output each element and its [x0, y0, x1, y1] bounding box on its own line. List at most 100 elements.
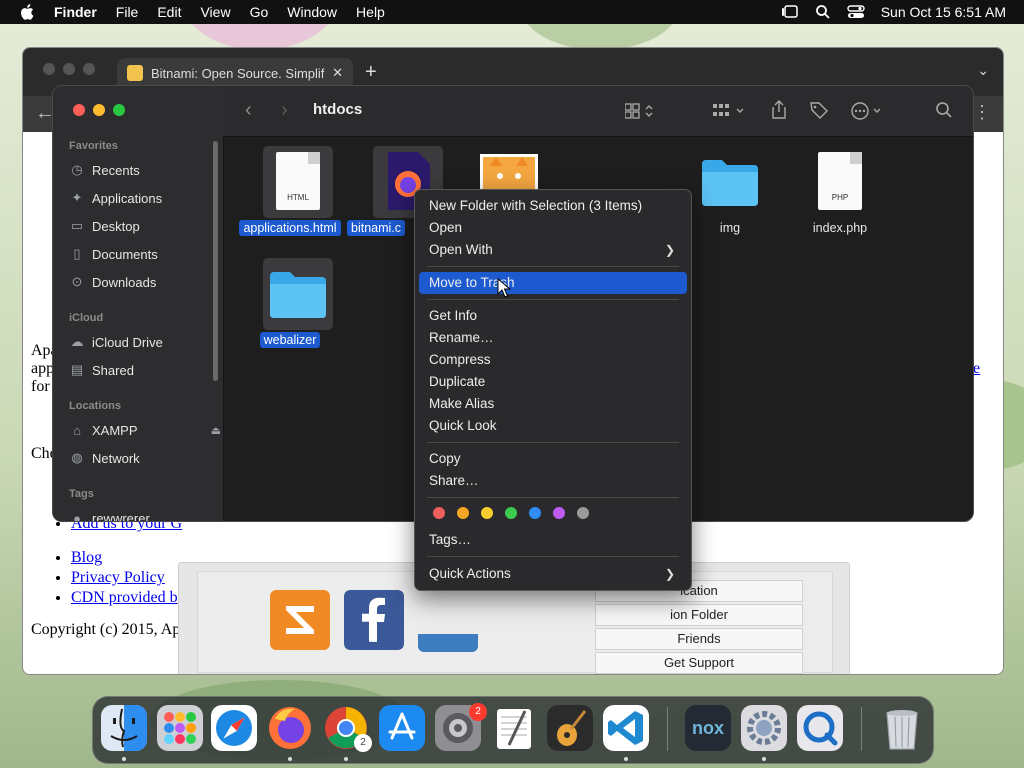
view-grid-icon[interactable] [625, 103, 655, 119]
menu-window[interactable]: Window [287, 4, 337, 20]
group-by-icon[interactable] [713, 103, 749, 119]
privacy-policy-link[interactable]: Privacy Policy [71, 569, 165, 586]
cat-image-icon[interactable] [480, 154, 538, 190]
sidebar-item-label: Desktop [92, 218, 140, 234]
sidebar-item-recents[interactable]: ◷ Recents [69, 159, 209, 181]
finder-close-button[interactable] [73, 104, 85, 116]
sidebar-item-applications[interactable]: ✦ Applications [69, 187, 209, 209]
garageband-icon[interactable] [547, 705, 593, 751]
tag-icon[interactable] [809, 101, 829, 119]
menu-item-move-to-trash[interactable]: Move to Trash [419, 272, 687, 294]
menu-clock[interactable]: Sun Oct 15 6:51 AM [881, 4, 1006, 20]
sidebar-item-label: iCloud Drive [92, 334, 163, 350]
settings-gear-app-icon[interactable] [741, 705, 787, 751]
nox-player-icon[interactable]: nox [685, 705, 731, 751]
browser-tab[interactable]: Bitnami: Open Source. Simplif ✕ [117, 58, 353, 88]
partial-app-icon[interactable] [418, 634, 478, 652]
menu-help[interactable]: Help [356, 4, 385, 20]
eject-icon[interactable]: ⏏ [211, 424, 221, 437]
finder-zoom-button[interactable] [113, 104, 125, 116]
browser-zoom-button[interactable] [83, 63, 95, 75]
tag-purple-dot[interactable] [553, 507, 565, 519]
firefox-icon[interactable] [267, 705, 313, 751]
quicktime-icon[interactable] [797, 705, 843, 751]
globe-icon: ◍ [71, 450, 83, 465]
tag-gray-dot[interactable] [577, 507, 589, 519]
page-link-fragment[interactable]: e [973, 360, 980, 378]
browser-more-icon[interactable]: ⋮ [973, 102, 991, 123]
tab-close-icon[interactable]: ✕ [332, 65, 343, 81]
xampp-friends-button[interactable]: Friends [595, 628, 803, 650]
textedit-icon[interactable] [491, 705, 537, 751]
disk-icon: ⌂ [73, 422, 81, 438]
cdn-link[interactable]: CDN provided b [71, 589, 178, 606]
sidebar-item-network[interactable]: ◍ Network [69, 447, 209, 469]
tab-list-chevron-icon[interactable]: ⌄ [977, 62, 989, 79]
sidebar-item-downloads[interactable]: ⊙ Downloads [69, 271, 209, 293]
menu-item-compress[interactable]: Compress [419, 349, 687, 371]
browser-minimize-button[interactable] [63, 63, 75, 75]
back-chevron-icon[interactable]: ‹ [245, 99, 252, 122]
sidebar-item-xampp[interactable]: ⌂ XAMPP ⏏ [69, 419, 221, 441]
get-support-button[interactable]: Get Support [595, 652, 803, 674]
safari-icon[interactable] [211, 705, 257, 751]
menu-item-duplicate[interactable]: Duplicate [419, 371, 687, 393]
xampp-logo-icon[interactable] [270, 590, 330, 650]
menu-item-share[interactable]: Share… [419, 470, 687, 492]
spotlight-search-icon[interactable] [815, 4, 831, 20]
xampp-folder-button[interactable]: ion Folder [595, 604, 803, 626]
tag-green-dot[interactable] [505, 507, 517, 519]
menu-app-name[interactable]: Finder [54, 4, 97, 20]
clock-icon: ◷ [71, 162, 83, 177]
app-store-icon[interactable] [379, 705, 425, 751]
menu-item-get-info[interactable]: Get Info [419, 305, 687, 327]
share-icon[interactable] [771, 100, 787, 120]
facebook-icon[interactable] [344, 590, 404, 650]
vscode-icon[interactable] [603, 705, 649, 751]
control-center-icon[interactable] [847, 4, 865, 20]
running-indicator [762, 757, 766, 761]
menu-item-rename[interactable]: Rename… [419, 327, 687, 349]
launchpad-icon[interactable] [157, 705, 203, 751]
menu-item-open[interactable]: Open [419, 217, 687, 239]
file-icon-selection [263, 258, 333, 330]
menu-item-make-alias[interactable]: Make Alias [419, 393, 687, 415]
finder-app-icon[interactable] [101, 705, 147, 751]
sidebar-item-documents[interactable]: ▯ Documents [69, 243, 209, 265]
tag-red-dot[interactable] [433, 507, 445, 519]
sidebar-item-tag[interactable]: ● rewwrerer [69, 507, 209, 522]
finder-path-title: htdocs [313, 101, 363, 118]
menu-item-new-folder-with-selection[interactable]: New Folder with Selection (3 Items) [419, 195, 687, 217]
menu-go[interactable]: Go [250, 4, 269, 20]
sidebar-item-shared[interactable]: ▤ Shared [69, 359, 209, 381]
menu-item-tags[interactable]: Tags… [419, 529, 687, 551]
forward-chevron-icon[interactable]: › [281, 99, 288, 122]
menu-view[interactable]: View [200, 4, 230, 20]
blog-link[interactable]: Blog [71, 549, 102, 566]
file-label: bitnami.c [347, 220, 406, 236]
apple-logo-icon[interactable] [18, 2, 38, 22]
menu-separator [427, 299, 679, 300]
new-tab-icon[interactable]: + [365, 61, 377, 84]
php-document-icon: PHP [818, 152, 862, 210]
browser-close-button[interactable] [43, 63, 55, 75]
menu-item-copy[interactable]: Copy [419, 448, 687, 470]
copyright-text: Copyright (c) 2015, Ap [31, 621, 181, 638]
finder-minimize-button[interactable] [93, 104, 105, 116]
sidebar-item-desktop[interactable]: ▭ Desktop [69, 215, 209, 237]
menu-item-quick-look[interactable]: Quick Look [419, 415, 687, 437]
menu-item-open-with[interactable]: Open With ❯ [419, 239, 687, 261]
menu-item-quick-actions[interactable]: Quick Actions ❯ [419, 563, 687, 585]
tag-yellow-dot[interactable] [481, 507, 493, 519]
sidebar-scrollbar[interactable] [213, 141, 218, 381]
menu-file[interactable]: File [116, 4, 139, 20]
action-ellipsis-icon[interactable] [851, 102, 885, 120]
tag-orange-dot[interactable] [457, 507, 469, 519]
menu-edit[interactable]: Edit [157, 4, 181, 20]
sidebar-item-icloud-drive[interactable]: ☁ iCloud Drive [69, 331, 209, 353]
trash-icon[interactable] [879, 705, 925, 751]
tag-blue-dot[interactable] [529, 507, 541, 519]
stage-manager-icon[interactable] [781, 4, 799, 20]
sidebar-item-label: Downloads [92, 274, 157, 290]
search-icon[interactable] [935, 101, 953, 119]
